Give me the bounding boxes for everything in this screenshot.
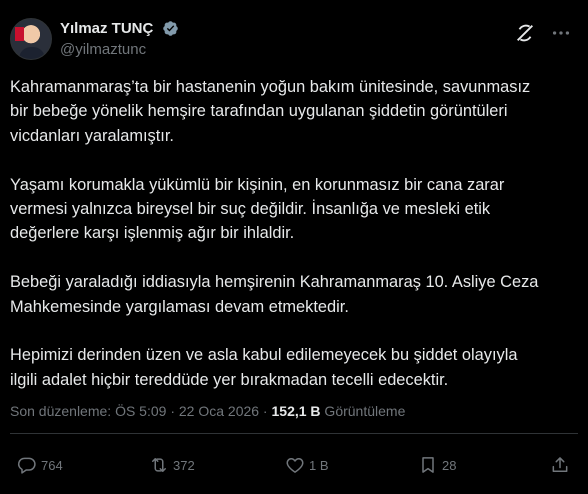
views-label: Görüntüleme [320, 403, 406, 419]
bookmark-count: 28 [442, 457, 457, 473]
like-button[interactable]: 1 B [285, 454, 329, 476]
like-icon [286, 458, 304, 473]
reply-icon [17, 457, 36, 474]
repost-count: 372 [173, 457, 195, 473]
tweet-paragraph: Hepimizi derinden üzen ve asla kabul edi… [10, 346, 518, 389]
tweet: Yılmaz TUNÇ @yilmaztunc Kahramanmaraş’ta… [0, 0, 588, 494]
tweet-paragraph: Kahramanmaraş’ta bir hastanenin yoğun ba… [10, 78, 531, 145]
tweet-timestamp[interactable]: Son düzenleme: ÖS 5:09 · 22 Oca 2026 · [10, 403, 272, 419]
avatar[interactable] [10, 18, 52, 60]
grok-icon[interactable] [514, 22, 536, 44]
avatar-suit [19, 47, 45, 59]
reply-button[interactable]: 764 [17, 454, 63, 476]
repost-button[interactable]: 372 [149, 454, 195, 476]
author-names: Yılmaz TUNÇ @yilmaztunc [60, 20, 179, 58]
author-display-name[interactable]: Yılmaz TUNÇ [60, 20, 153, 37]
share-button[interactable] [550, 454, 570, 476]
more-icon[interactable] [550, 22, 572, 44]
tweet-text: Kahramanmaraş’ta bir hastanenin yoğun ba… [10, 75, 576, 417]
tweet-paragraph: Bebeği yaraladığı iddiasıyla hemşirenin … [10, 273, 539, 316]
bookmark-icon [422, 457, 434, 473]
verified-icon[interactable] [162, 20, 179, 37]
bookmark-button[interactable]: 28 [418, 454, 456, 476]
tweet-meta: Son düzenleme: ÖS 5:09 · 22 Oca 2026 · 1… [10, 403, 405, 419]
author-handle[interactable]: @yilmaztunc [60, 41, 179, 58]
share-icon [552, 457, 568, 472]
tweet-paragraph: Yaşamı korumakla yükümlü bir kişinin, en… [10, 175, 505, 243]
tweet-header: Yılmaz TUNÇ @yilmaztunc [10, 18, 578, 62]
views-count: 152,1 B [271, 403, 321, 419]
avatar-flag [15, 27, 24, 41]
repost-icon [152, 458, 166, 472]
like-count: 1 B [309, 457, 329, 473]
action-bar: 764 372 1 B 28 [0, 454, 588, 476]
reply-count: 764 [41, 457, 63, 473]
divider [10, 433, 578, 434]
